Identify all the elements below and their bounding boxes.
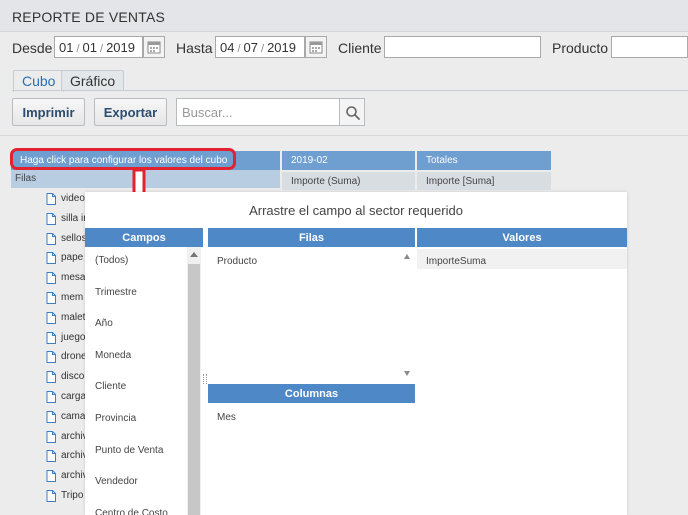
cliente-label: Cliente	[338, 40, 382, 56]
row-label: sellos	[61, 232, 87, 244]
columns-header: Columnas	[208, 384, 415, 403]
field-item[interactable]: Cliente	[95, 381, 126, 392]
annotation-callout	[10, 148, 236, 170]
field-item[interactable]: Centro de Costo	[95, 508, 168, 515]
date-separator: /	[100, 43, 104, 55]
row-label: carga	[61, 391, 87, 402]
document-icon	[46, 272, 56, 285]
field-item[interactable]: Moneda	[95, 350, 131, 361]
document-icon	[46, 371, 56, 384]
row-label: mesa	[61, 272, 86, 284]
row-label: malet	[61, 311, 86, 323]
field-item[interactable]: Punto de Venta	[95, 445, 163, 456]
pivot-totals-header: Totales	[417, 151, 551, 170]
document-icon	[46, 351, 56, 364]
hasta-label: Hasta	[176, 40, 213, 56]
document-icon	[46, 391, 56, 403]
document-icon	[46, 490, 56, 502]
hasta-calendar-button[interactable]	[305, 36, 327, 58]
values-header: Valores	[417, 228, 627, 247]
values-drop-zone[interactable]: ImporteSuma	[417, 247, 627, 515]
filter-row: Desde 01/01/2019 Hasta 04/07/2019 Client…	[0, 32, 688, 62]
pivot-column-header[interactable]: 2019-02	[282, 151, 415, 170]
row-label: Tripo	[61, 490, 84, 501]
rows-drop-zone[interactable]: Producto	[208, 247, 415, 382]
tab-grafico[interactable]: Gráfico	[61, 70, 125, 91]
field-item[interactable]: Año	[95, 318, 113, 329]
row-label: pape	[61, 252, 84, 264]
tab-cubo[interactable]: Cubo	[13, 70, 65, 92]
print-button[interactable]: Imprimir	[12, 98, 85, 126]
row-label: archiv	[61, 470, 88, 482]
search-input[interactable]: Buscar...	[176, 98, 340, 126]
desde-year: 2019	[106, 40, 135, 55]
document-icon	[46, 252, 56, 265]
document-icon	[46, 193, 56, 205]
document-icon	[46, 292, 56, 304]
rows-header: Filas	[208, 228, 415, 247]
splitter-handle[interactable]	[203, 374, 207, 384]
document-icon	[46, 430, 56, 443]
field-item[interactable]: (Todos)	[95, 255, 128, 266]
page-title: REPORTE DE VENTAS	[12, 9, 166, 25]
hasta-day: 04	[220, 40, 235, 55]
desde-month: 01	[82, 40, 97, 55]
producto-label: Producto	[552, 40, 609, 56]
field-item[interactable]: Trimestre	[95, 287, 137, 298]
document-icon	[46, 232, 56, 245]
document-icon	[46, 331, 56, 344]
row-label: juego	[61, 331, 86, 343]
row-label: archiv	[61, 450, 88, 462]
columns-drop-zone[interactable]: Mes	[208, 403, 415, 515]
values-item[interactable]: ImporteSuma	[417, 249, 627, 269]
row-label: archiv	[61, 430, 88, 442]
row-label: drone	[61, 351, 87, 363]
document-icon	[46, 450, 56, 463]
row-label: video	[61, 193, 85, 204]
desde-label: Desde	[12, 40, 53, 56]
date-separator: /	[261, 43, 265, 55]
rows-item[interactable]: Producto	[217, 256, 257, 267]
cube-config-dialog: Arrastre el campo al sector requerido Ca…	[85, 192, 627, 515]
pivot-measure-header: Importe (Suma)	[282, 172, 415, 190]
row-label: cama	[61, 410, 86, 422]
row-label: mem	[61, 292, 84, 303]
scroll-up-icon[interactable]	[190, 252, 198, 257]
export-button[interactable]: Exportar	[94, 98, 167, 126]
field-item[interactable]: Provincia	[95, 413, 136, 424]
columns-item[interactable]: Mes	[217, 412, 236, 423]
date-separator: /	[76, 43, 80, 55]
calendar-icon	[309, 41, 323, 54]
fields-list[interactable]: (Todos) Trimestre Año Moneda Cliente Provinci…	[85, 247, 201, 515]
desde-day: 01	[59, 40, 74, 55]
scroll-down-icon[interactable]	[404, 371, 410, 376]
fields-header: Campos	[85, 228, 203, 247]
tab-divider	[12, 90, 688, 91]
document-icon	[46, 311, 56, 324]
producto-input[interactable]	[611, 36, 688, 58]
document-icon	[46, 212, 56, 225]
content-divider	[0, 135, 688, 136]
desde-date-input[interactable]: 01/01/2019	[54, 36, 143, 58]
calendar-icon	[147, 41, 161, 54]
pivot-totals-measure-header: Importe [Suma]	[417, 172, 551, 190]
field-item[interactable]: Vendedor	[95, 476, 138, 487]
document-icon	[46, 410, 56, 423]
date-separator: /	[237, 43, 241, 55]
fields-scroll-thumb[interactable]	[188, 264, 200, 515]
hasta-date-input[interactable]: 04/07/2019	[215, 36, 305, 58]
row-label: disco	[61, 371, 85, 383]
scroll-up-icon[interactable]	[404, 254, 410, 259]
cliente-input[interactable]	[384, 36, 541, 58]
desde-calendar-button[interactable]	[143, 36, 165, 58]
title-bar: REPORTE DE VENTAS	[0, 0, 688, 32]
search-button[interactable]	[340, 98, 365, 126]
hasta-year: 2019	[267, 40, 296, 55]
search-icon	[346, 106, 360, 120]
document-icon	[46, 470, 56, 483]
row-label: silla ir	[61, 212, 87, 224]
dialog-title: Arrastre el campo al sector requerido	[249, 203, 463, 218]
hasta-month: 07	[243, 40, 258, 55]
